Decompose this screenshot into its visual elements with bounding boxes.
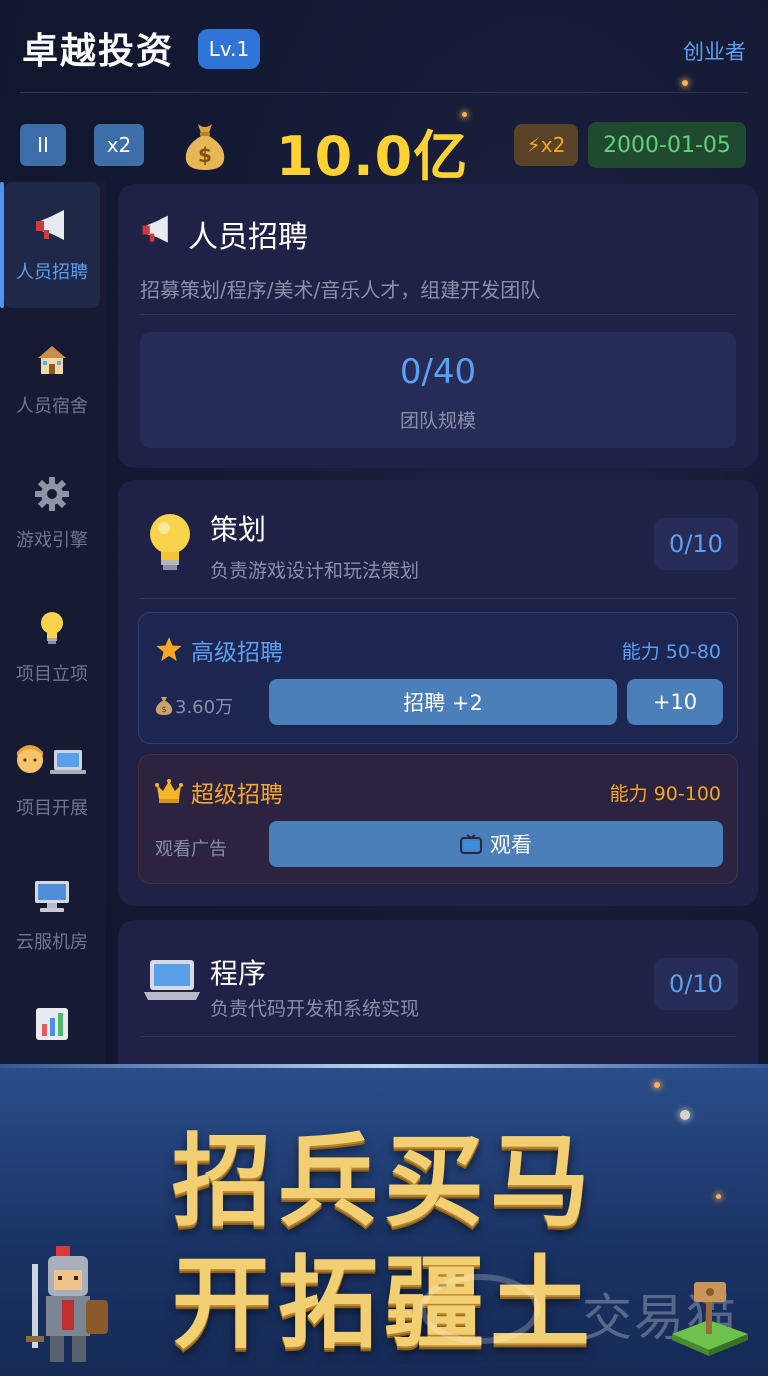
sidebar-item-label: 游戏引擎 (16, 530, 88, 551)
svg-text:$: $ (161, 705, 166, 714)
sidebar-item-label: 云服机房 (16, 932, 88, 953)
sidebar-item-project-run[interactable]: 项目开展 (4, 718, 100, 844)
gear-icon (32, 474, 72, 514)
watch-ad-label: 观看 (490, 833, 532, 857)
rank-title[interactable]: 创业者 (683, 36, 746, 66)
level-badge[interactable]: Lv.1 (198, 29, 260, 69)
sidebar-item-cloud-servers[interactable]: 云服机房 (4, 852, 100, 978)
recruit-card-title: 超级招聘 (191, 782, 283, 808)
house-icon (32, 340, 72, 380)
team-size-label: 团队规模 (399, 410, 476, 432)
panel-title: 人员招聘 (188, 220, 308, 255)
sparkle (654, 1082, 660, 1088)
team-size-value: 0/40 (399, 352, 477, 392)
sidebar-item-recruit[interactable]: 人员招聘 (0, 182, 100, 308)
boost-badge[interactable]: ⚡x2 (514, 124, 578, 166)
pause-button[interactable]: II (20, 124, 66, 166)
money-bag-icon: $ (155, 697, 173, 715)
tv-icon (460, 834, 482, 854)
role-description: 负责游戏设计和玩法策划 (210, 560, 420, 582)
svg-text:$: $ (198, 143, 212, 167)
sidebar-item-label: 项目立项 (16, 664, 88, 685)
megaphone-icon (142, 215, 168, 243)
sidebar-item-label: 项目开展 (16, 798, 88, 819)
panel-divider (140, 314, 736, 315)
laptop-icon (144, 960, 200, 1000)
ability-range: 能力 50-80 (621, 641, 721, 663)
game-date: 2000-01-05 (588, 122, 746, 168)
team-size-box: 0/40 团队规模 (140, 332, 736, 448)
sidebar: 人员招聘 人员宿舍 游戏引擎 项目立项 项目开展 云服机房 (0, 180, 106, 1064)
app-header: 卓越投资 Lv.1 创业者 (0, 0, 768, 93)
company-name: 卓越投资 (22, 31, 175, 72)
megaphone-icon (32, 206, 72, 246)
signpost-island-icon (672, 1282, 748, 1356)
recruit-cost-value: 3.60万 (175, 697, 234, 718)
lightbulb-icon (150, 514, 190, 570)
sidebar-item-label: 人员宿舍 (16, 396, 88, 417)
super-recruit-card: 超级招聘 能力 90-100 观看广告 观看 (138, 754, 738, 884)
sidebar-item-project-setup[interactable]: 项目立项 (4, 584, 100, 710)
recruit-cost: $ 3.60万 (155, 693, 233, 719)
sidebar-item-dormitory[interactable]: 人员宿舍 (4, 316, 100, 442)
hire-button[interactable]: 招聘 +2 (269, 679, 617, 725)
sidebar-item-label: 人员招聘 (16, 262, 88, 283)
crown-icon (155, 779, 183, 803)
money-bag-icon: $ (185, 124, 225, 170)
star-icon (156, 637, 182, 661)
watch-ad-label: 观看广告 (155, 839, 227, 860)
ability-range: 能力 90-100 (609, 783, 721, 805)
sidebar-item-engine[interactable]: 游戏引擎 (4, 450, 100, 576)
status-bar: II x2 $ 10.0亿 ⚡x2 2000-01-05 (0, 110, 768, 188)
header-divider (20, 92, 748, 93)
role-description: 负责代码开发和系统实现 (210, 998, 420, 1020)
promo-banner: 招兵买马 开拓疆土 交易猫 (0, 1064, 768, 1376)
computer-icon (32, 876, 72, 916)
developer-laptop-icon (14, 742, 90, 782)
recruit-overview-panel: 人员招聘 招募策划/程序/美术/音乐人才，组建开发团队 0/40 团队规模 (118, 184, 758, 468)
role-title: 程序 (210, 957, 267, 990)
role-panel-planning: 策划 负责游戏设计和玩法策划 0/10 高级招聘 能力 50-80 $ 3.60… (118, 480, 758, 906)
banner-glow (0, 1064, 768, 1068)
knight-character-icon (26, 1246, 108, 1362)
role-title: 策划 (210, 513, 267, 546)
watermark-logo (420, 1274, 540, 1344)
recruit-card-title: 高级招聘 (191, 640, 283, 666)
watch-ad-button[interactable]: 观看 (269, 821, 723, 867)
speed-button[interactable]: x2 (94, 124, 144, 166)
hire-bulk-button[interactable]: +10 (627, 679, 723, 725)
panel-description: 招募策划/程序/美术/音乐人才，组建开发团队 (140, 278, 541, 302)
bar-chart-icon (32, 1004, 72, 1044)
lightbulb-icon (32, 608, 72, 648)
active-indicator (0, 182, 4, 308)
sidebar-item-stats[interactable] (4, 986, 100, 1064)
role-count-badge: 0/10 (654, 958, 738, 1010)
role-count-badge: 0/10 (654, 518, 738, 570)
panel-divider (140, 598, 736, 599)
money-amount: 10.0亿 (276, 125, 469, 188)
panel-divider (140, 1036, 736, 1037)
senior-recruit-card: 高级招聘 能力 50-80 $ 3.60万 招聘 +2 +10 (138, 612, 738, 744)
